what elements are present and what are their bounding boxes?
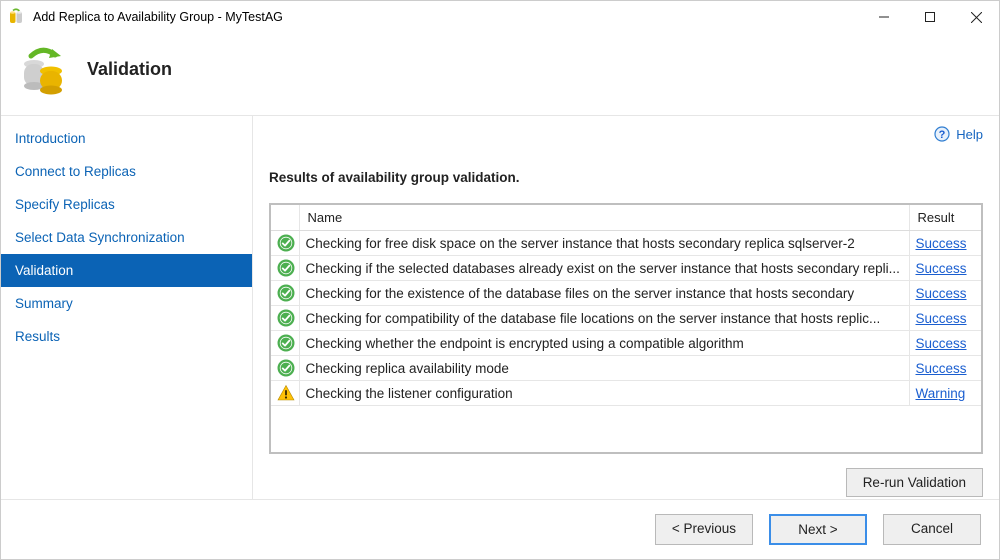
sidebar-item-summary[interactable]: Summary [1, 287, 252, 320]
sidebar-item-results[interactable]: Results [1, 320, 252, 353]
check-name: Checking for compatibility of the databa… [299, 306, 909, 331]
success-icon [277, 359, 295, 377]
validation-section-title: Results of availability group validation… [269, 170, 983, 185]
status-cell [271, 306, 299, 331]
sidebar-item-connect-replicas[interactable]: Connect to Replicas [1, 155, 252, 188]
col-header-name: Name [299, 205, 909, 231]
result-cell: Success [909, 256, 981, 281]
warning-icon [277, 384, 295, 402]
result-cell: Success [909, 306, 981, 331]
table-row: Checking whether the endpoint is encrypt… [271, 331, 981, 356]
status-cell [271, 356, 299, 381]
svg-text:?: ? [939, 129, 946, 141]
result-cell: Success [909, 231, 981, 256]
main-pane: ? Help Results of availability group val… [253, 116, 999, 499]
result-cell: Warning [909, 381, 981, 406]
wizard-body: Introduction Connect to Replicas Specify… [1, 115, 999, 499]
validation-page-icon [15, 41, 71, 97]
result-cell: Success [909, 331, 981, 356]
table-row: Checking for the existence of the databa… [271, 281, 981, 306]
help-icon: ? [934, 126, 950, 142]
success-icon [277, 234, 295, 252]
status-cell [271, 331, 299, 356]
result-cell: Success [909, 356, 981, 381]
result-link[interactable]: Success [916, 286, 967, 301]
window-controls [861, 1, 999, 33]
next-button[interactable]: Next > [769, 514, 867, 545]
success-icon [277, 309, 295, 327]
status-cell [271, 381, 299, 406]
success-icon [277, 284, 295, 302]
status-cell [271, 256, 299, 281]
success-icon [277, 259, 295, 277]
table-row: Checking for compatibility of the databa… [271, 306, 981, 331]
result-link[interactable]: Success [916, 361, 967, 376]
table-row: Checking if the selected databases alrea… [271, 256, 981, 281]
maximize-icon [925, 12, 935, 22]
window-title: Add Replica to Availability Group - MyTe… [33, 10, 283, 24]
table-row: Checking replica availability mode Succes… [271, 356, 981, 381]
check-name: Checking the listener configuration [299, 381, 909, 406]
sidebar-item-validation[interactable]: Validation [1, 254, 252, 287]
minimize-button[interactable] [861, 1, 907, 33]
check-name: Checking whether the endpoint is encrypt… [299, 331, 909, 356]
sidebar-item-introduction[interactable]: Introduction [1, 122, 252, 155]
app-icon [7, 8, 25, 26]
result-link[interactable]: Success [916, 236, 967, 251]
result-link[interactable]: Success [916, 261, 967, 276]
close-button[interactable] [953, 1, 999, 33]
table-row: Checking for free disk space on the serv… [271, 231, 981, 256]
maximize-button[interactable] [907, 1, 953, 33]
wizard-footer: < Previous Next > Cancel [1, 499, 999, 559]
minimize-icon [879, 12, 889, 22]
help-link[interactable]: ? Help [934, 126, 983, 142]
validation-table: Name Result Checking for free disk space… [269, 203, 983, 454]
help-label: Help [956, 127, 983, 142]
check-name: Checking replica availability mode [299, 356, 909, 381]
status-cell [271, 231, 299, 256]
result-link[interactable]: Success [916, 311, 967, 326]
check-name: Checking for the existence of the databa… [299, 281, 909, 306]
table-padding [271, 406, 981, 452]
titlebar: Add Replica to Availability Group - MyTe… [1, 1, 999, 33]
wizard-window: Add Replica to Availability Group - MyTe… [0, 0, 1000, 560]
rerun-validation-button[interactable]: Re-run Validation [846, 468, 983, 497]
close-icon [971, 12, 982, 23]
status-cell [271, 281, 299, 306]
result-cell: Success [909, 281, 981, 306]
sidebar-item-select-data-sync[interactable]: Select Data Synchronization [1, 221, 252, 254]
check-name: Checking for free disk space on the serv… [299, 231, 909, 256]
page-header: Validation [1, 33, 999, 115]
col-header-result: Result [909, 205, 981, 231]
check-name: Checking if the selected databases alrea… [299, 256, 909, 281]
page-heading: Validation [87, 59, 172, 80]
success-icon [277, 334, 295, 352]
col-header-status [271, 205, 299, 231]
previous-button[interactable]: < Previous [655, 514, 753, 545]
wizard-steps-sidebar: Introduction Connect to Replicas Specify… [1, 116, 253, 499]
result-link[interactable]: Warning [916, 386, 966, 401]
result-link[interactable]: Success [916, 336, 967, 351]
sidebar-item-specify-replicas[interactable]: Specify Replicas [1, 188, 252, 221]
cancel-button[interactable]: Cancel [883, 514, 981, 545]
table-row: Checking the listener configuration Warni… [271, 381, 981, 406]
